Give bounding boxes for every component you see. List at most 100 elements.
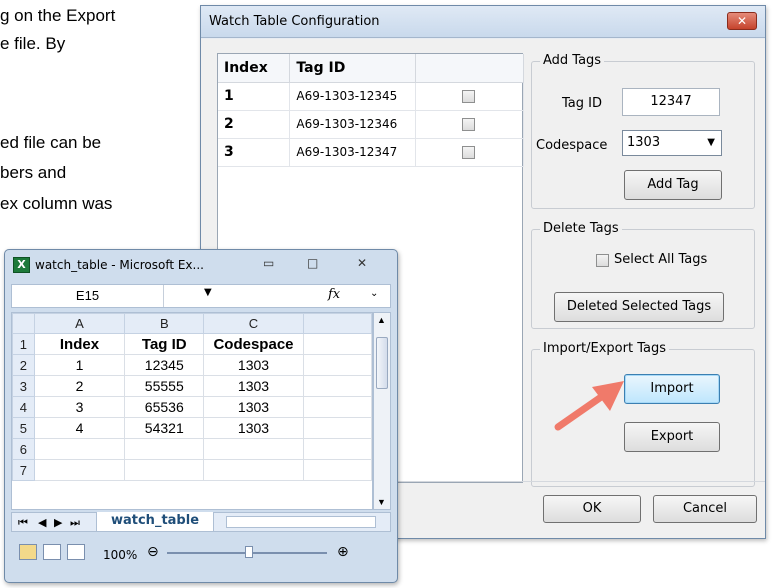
cell[interactable] [33,459,126,481]
add-tag-button[interactable]: Add Tag [624,170,722,200]
page-layout-icon[interactable] [43,544,61,560]
tag-id-input[interactable]: 12347 [622,88,720,116]
cell[interactable]: 54321 [124,417,205,439]
prev-sheet-icon[interactable]: ◀ [38,516,46,529]
last-sheet-icon[interactable]: ⏭ [70,516,80,530]
restore-icon[interactable]: □ [307,256,318,270]
select-all-label: Select All Tags [614,252,708,267]
column-header-tag-id[interactable]: Tag ID [289,54,417,83]
zoom-in-icon[interactable]: ⊕ [337,544,349,560]
row-header[interactable]: 5 [12,417,35,439]
select-all-checkbox[interactable] [596,254,609,267]
cell[interactable]: 1303 [203,396,304,418]
cell[interactable] [302,396,372,418]
column-header-b[interactable]: B [124,313,205,334]
export-button[interactable]: Export [624,422,720,452]
scroll-down-icon[interactable]: ▼ [377,497,386,507]
cell[interactable] [124,438,205,460]
cell[interactable] [302,459,372,481]
table-row[interactable]: 1 A69-1303-12345 [218,82,524,111]
column-header-d[interactable] [302,313,372,334]
row-header[interactable]: 4 [12,396,35,418]
cell[interactable] [124,459,205,481]
cell[interactable]: 1 [33,354,126,376]
table-row: 6 [12,438,372,460]
cell[interactable]: 65536 [124,396,205,418]
cell[interactable] [33,438,126,460]
row-checkbox[interactable] [462,90,476,103]
cell[interactable]: 12345 [124,354,205,376]
table-row[interactable]: 3 A69-1303-12347 [218,138,524,167]
row-checkbox[interactable] [462,146,476,159]
cell[interactable] [302,438,372,460]
cell[interactable] [302,333,372,355]
select-all-corner[interactable] [12,313,35,334]
zoom-level[interactable]: 100% [103,548,137,562]
row-checkbox[interactable] [462,118,476,131]
cell[interactable]: Codespace [203,333,304,355]
chevron-down-icon: ▼ [707,137,715,148]
expand-formula-icon[interactable]: ⌄ [370,288,378,299]
horizontal-scrollbar[interactable] [226,516,376,528]
add-tags-group: Add Tags Tag ID 12347 Codespace 1303 ▼ A… [531,53,755,209]
row-header[interactable]: 6 [12,438,35,460]
row-header[interactable]: 2 [12,354,35,376]
cell[interactable] [203,459,304,481]
import-button[interactable]: Import [624,374,720,404]
cell[interactable]: 1303 [203,375,304,397]
cell[interactable]: Index [33,333,126,355]
close-icon[interactable]: ✕ [357,256,367,270]
row-header[interactable]: 1 [12,333,35,355]
cell[interactable] [203,438,304,460]
cell[interactable]: 3 [33,396,126,418]
close-icon[interactable]: ✕ [727,12,757,30]
first-sheet-icon[interactable]: ⏮ [18,516,28,530]
column-header-c[interactable]: C [203,313,304,334]
doc-line: bers and [0,163,67,182]
cell[interactable]: 2 [33,375,126,397]
scroll-up-icon[interactable]: ▲ [377,315,386,325]
cell[interactable]: 55555 [124,375,205,397]
normal-view-icon[interactable] [19,544,37,560]
scrollbar-thumb[interactable] [376,337,388,389]
minimize-icon[interactable]: ▭ [263,256,274,270]
cell[interactable]: 1303 [203,354,304,376]
zoom-out-icon[interactable]: ⊖ [147,544,159,560]
codespace-label: Codespace [536,138,608,153]
delete-selected-button[interactable]: Deleted Selected Tags [554,292,724,322]
row-header[interactable]: 7 [12,459,35,481]
table-row: 2 1 12345 1303 [12,354,372,376]
row-index: 3 [218,138,291,167]
cell[interactable]: Tag ID [124,333,205,355]
delete-tags-group: Delete Tags Select All Tags Deleted Sele… [531,221,755,329]
column-header-index[interactable]: Index [218,54,291,83]
table-row: 1 Index Tag ID Codespace [12,333,372,355]
cell[interactable] [302,417,372,439]
column-header-select[interactable] [415,54,524,83]
row-tag-id: A69-1303-12346 [289,110,417,139]
column-header-a[interactable]: A [33,313,126,334]
row-header[interactable]: 3 [12,375,35,397]
name-box[interactable]: E15 [12,285,164,307]
zoom-slider-thumb[interactable] [245,546,253,558]
chevron-down-icon[interactable]: ▼ [204,287,212,298]
formula-bar: E15 ▼ fx ⌄ [11,284,391,308]
ok-button[interactable]: OK [543,495,641,523]
next-sheet-icon[interactable]: ▶ [54,516,62,529]
cancel-button[interactable]: Cancel [653,495,757,523]
dialog-title-bar[interactable]: Watch Table Configuration ✕ [201,6,765,38]
cell[interactable] [302,375,372,397]
codespace-select[interactable]: 1303 ▼ [622,130,722,156]
dialog-title: Watch Table Configuration [209,14,380,29]
cell[interactable] [302,354,372,376]
import-export-title: Import/Export Tags [540,341,669,356]
page-break-icon[interactable] [67,544,85,560]
fx-icon[interactable]: fx [328,287,340,302]
excel-title-bar[interactable]: X watch_table - Microsoft Ex... ▭ □ ✕ [5,250,397,280]
cell[interactable]: 1303 [203,417,304,439]
table-row[interactable]: 2 A69-1303-12346 [218,110,524,139]
cell[interactable]: 4 [33,417,126,439]
tag-id-label: Tag ID [562,96,602,111]
vertical-scrollbar[interactable]: ▲ ▼ [373,312,391,510]
sheet-tab-watch-table[interactable]: watch_table [96,512,214,532]
